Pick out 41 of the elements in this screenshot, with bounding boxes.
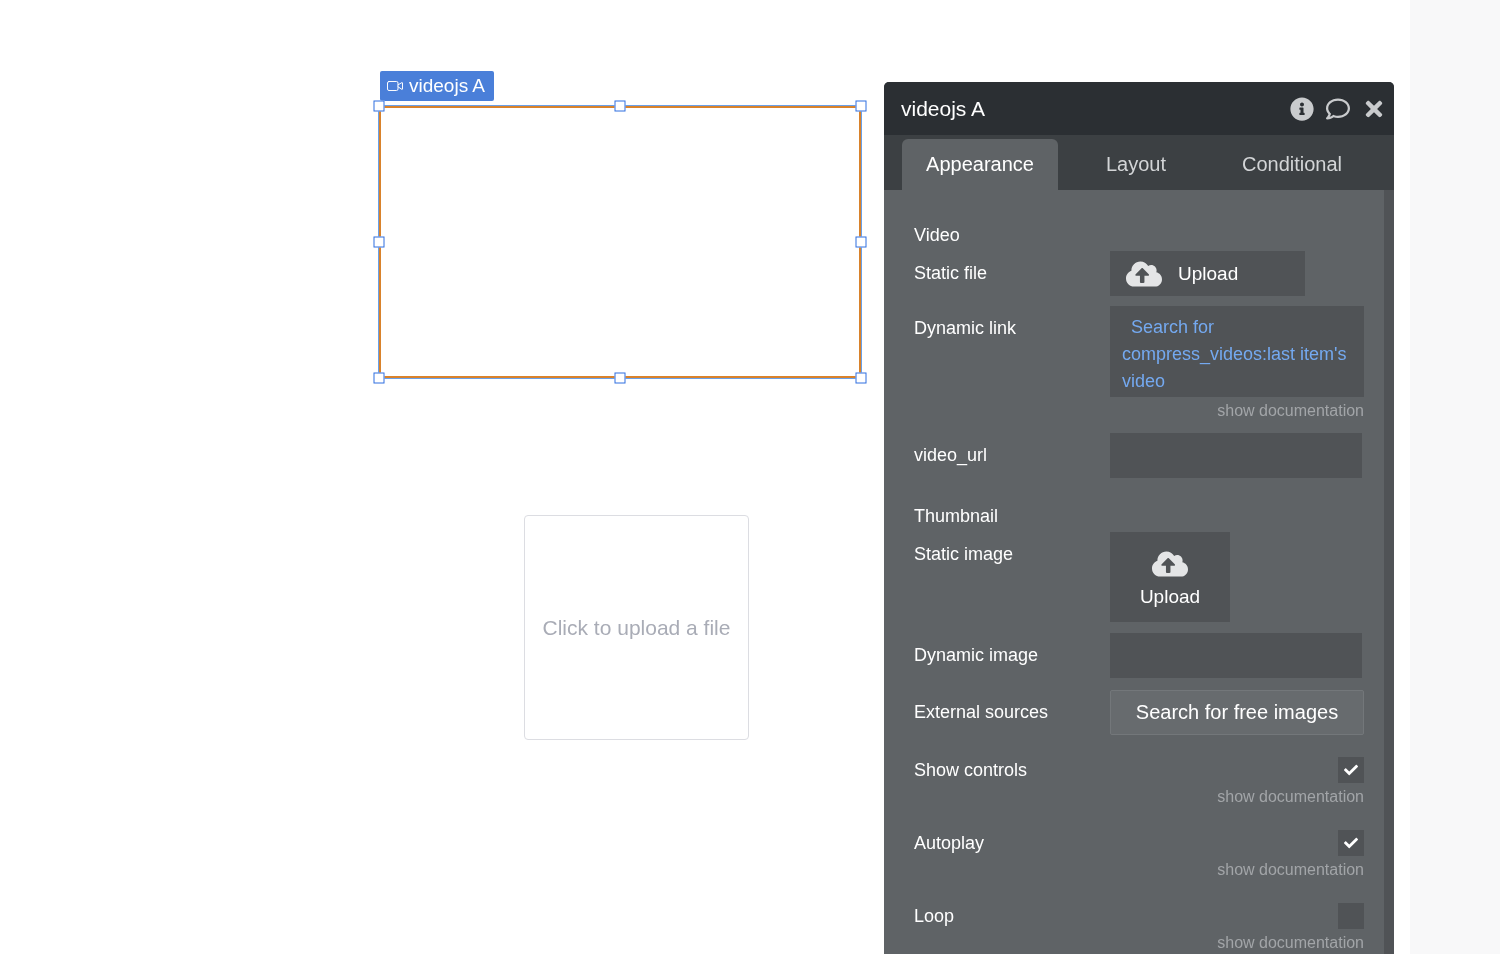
upload-button[interactable]: Upload (1110, 251, 1305, 296)
resize-handle[interactable] (614, 372, 626, 384)
resize-handle[interactable] (373, 100, 385, 112)
check-icon (1344, 763, 1358, 777)
field-label: video_url (914, 444, 989, 468)
resize-handle[interactable] (855, 372, 867, 384)
tab[interactable]: Appearance (902, 139, 1058, 190)
field-label: Show controls (914, 759, 1029, 782)
field-label: Static image (914, 543, 1015, 566)
section-heading: Thumbnail (914, 505, 1000, 528)
element-label[interactable]: videojs A (380, 71, 495, 101)
checkbox[interactable] (1338, 757, 1364, 783)
file-upload-area[interactable]: Click to upload a file (524, 515, 749, 740)
show-documentation-link[interactable]: show documentation (1217, 859, 1364, 881)
show-documentation-link[interactable]: show documentation (1217, 932, 1364, 954)
selected-element-frame[interactable] (379, 106, 861, 378)
field-label: Loop (914, 905, 956, 928)
field-label: Autoplay (914, 832, 986, 855)
field-label: Dynamic link (914, 317, 1018, 340)
show-documentation-link[interactable]: show documentation (1217, 786, 1364, 808)
field-label: Dynamic image (914, 644, 1040, 667)
resize-handle[interactable] (855, 100, 867, 112)
tab[interactable]: Conditional (1214, 139, 1370, 190)
resize-handle[interactable] (373, 372, 385, 384)
info-icon[interactable] (1290, 96, 1314, 121)
checkbox[interactable] (1338, 830, 1364, 856)
resize-handle[interactable] (373, 236, 385, 248)
section-heading: Video (914, 224, 961, 247)
search-images-button[interactable]: Search for free images (1110, 690, 1364, 735)
field-label: External sources (914, 701, 1050, 724)
check-icon (1344, 836, 1358, 850)
resize-handle[interactable] (614, 100, 626, 112)
dynamic-expression-field[interactable]: Search for compress_videos:last item's video (1110, 306, 1364, 397)
tab[interactable]: Layout (1058, 139, 1214, 190)
show-documentation-link[interactable]: show documentation (1217, 400, 1364, 422)
comment-icon[interactable] (1326, 96, 1350, 121)
resize-handle[interactable] (855, 236, 867, 248)
upload-button[interactable]: Upload (1110, 532, 1230, 622)
scrollbar[interactable] (1384, 190, 1394, 954)
panel-title: videojs A (901, 96, 987, 121)
field-label: Static file (914, 262, 989, 285)
